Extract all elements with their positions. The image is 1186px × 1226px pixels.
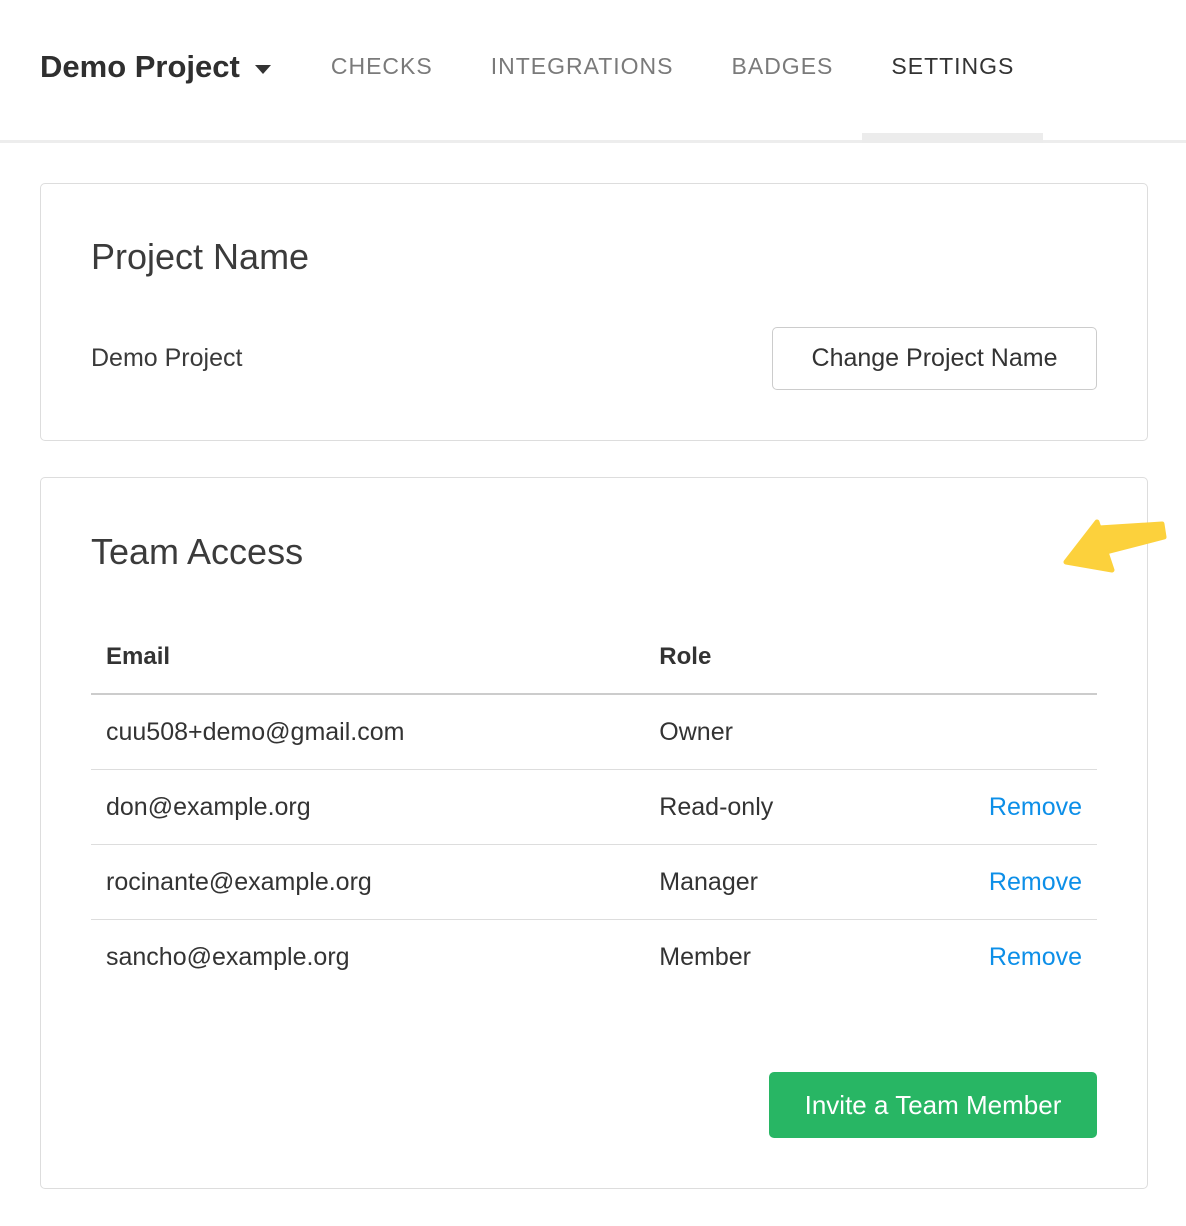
member-role: Read-only xyxy=(644,770,956,845)
member-action-cell xyxy=(956,694,1097,770)
member-role: Member xyxy=(644,920,956,995)
table-row: sancho@example.org Member Remove xyxy=(91,920,1097,995)
project-switcher-label: Demo Project xyxy=(40,49,240,85)
team-access-heading: Team Access xyxy=(91,532,1097,572)
project-name-heading: Project Name xyxy=(91,237,1097,277)
nav-tabs: CHECKS INTEGRATIONS BADGES SETTINGS xyxy=(302,0,1044,133)
tab-badges[interactable]: BADGES xyxy=(703,0,863,133)
member-action-cell: Remove xyxy=(956,845,1097,920)
invite-team-member-button[interactable]: Invite a Team Member xyxy=(769,1072,1097,1138)
table-row: don@example.org Read-only Remove xyxy=(91,770,1097,845)
tab-settings[interactable]: SETTINGS xyxy=(862,0,1043,133)
team-members-table: Email Role cuu508+demo@gmail.com Owner d… xyxy=(91,623,1097,994)
member-email: sancho@example.org xyxy=(91,920,644,995)
remove-member-link[interactable]: Remove xyxy=(989,868,1082,896)
tab-integrations[interactable]: INTEGRATIONS xyxy=(462,0,703,133)
table-header-row: Email Role xyxy=(91,623,1097,694)
current-project-name: Demo Project xyxy=(91,344,242,373)
member-role: Owner xyxy=(644,694,956,770)
remove-member-link[interactable]: Remove xyxy=(989,793,1082,821)
member-email: rocinante@example.org xyxy=(91,845,644,920)
member-action-cell: Remove xyxy=(956,770,1097,845)
change-project-name-button[interactable]: Change Project Name xyxy=(772,327,1097,390)
tab-checks[interactable]: CHECKS xyxy=(302,0,462,133)
member-email: cuu508+demo@gmail.com xyxy=(91,694,644,770)
settings-content: Project Name Demo Project Change Project… xyxy=(0,183,1186,1189)
project-name-card: Project Name Demo Project Change Project… xyxy=(40,183,1148,441)
top-nav: Demo Project CHECKS INTEGRATIONS BADGES … xyxy=(0,0,1186,143)
email-column-header: Email xyxy=(91,623,644,694)
team-access-card: Team Access Email Role cuu508+demo@gmail… xyxy=(40,477,1148,1190)
project-switcher[interactable]: Demo Project xyxy=(40,49,271,85)
table-row: cuu508+demo@gmail.com Owner xyxy=(91,694,1097,770)
member-email: don@example.org xyxy=(91,770,644,845)
member-role: Manager xyxy=(644,845,956,920)
role-column-header: Role xyxy=(644,623,956,694)
chevron-down-icon xyxy=(255,65,271,74)
action-column-header xyxy=(956,623,1097,694)
remove-member-link[interactable]: Remove xyxy=(989,943,1082,971)
member-action-cell: Remove xyxy=(956,920,1097,995)
table-row: rocinante@example.org Manager Remove xyxy=(91,845,1097,920)
